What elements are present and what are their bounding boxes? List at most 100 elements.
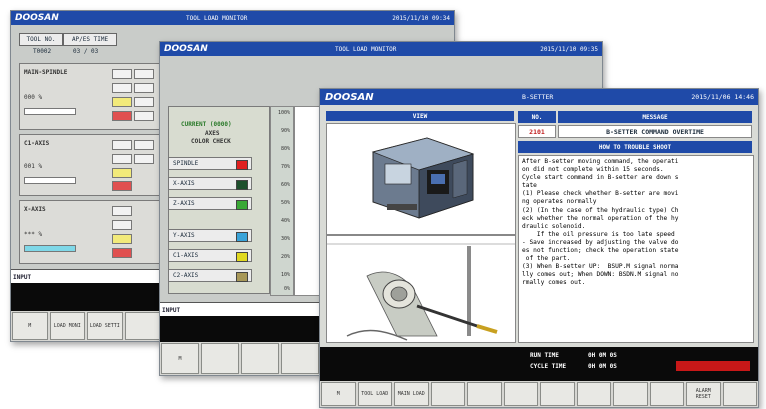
title-bar: DOOSAN B-SETTER 2015/11/06 14:46 [320, 89, 758, 105]
main-spindle-bar [24, 108, 76, 115]
b-setter-window: DOOSAN B-SETTER 2015/11/06 14:46 VIEW NO… [319, 88, 759, 408]
function-key-m[interactable]: M [161, 343, 199, 374]
legend-c2-axis[interactable]: C2-AXIS [168, 269, 252, 282]
legend-label: X-AXIS [173, 180, 195, 187]
function-key-bar: M TOOL LOAD MAIN LOAD ALARM RESET [320, 381, 758, 407]
mini-box [134, 97, 154, 107]
main-spindle-percent: 000 % [24, 94, 43, 101]
scale-tick: 100% [277, 110, 290, 116]
sensor-illustration [327, 243, 515, 341]
alarm-message: B-SETTER COMMAND OVERTIME [558, 125, 752, 138]
function-key-load-setting[interactable]: LOAD SETTI [87, 312, 123, 340]
color-check-label: COLOR CHECK [191, 138, 231, 145]
run-time-label: RUN TIME [530, 352, 559, 359]
mini-box [134, 83, 154, 93]
legend-label: C2-AXIS [173, 272, 199, 279]
mini-box [112, 69, 132, 79]
scale-tick: 10% [280, 272, 290, 278]
mini-box [134, 111, 154, 121]
mini-box [112, 220, 132, 230]
mini-box [134, 140, 154, 150]
function-key-bar: M LOAD MONI LOAD SETTI [11, 311, 161, 341]
function-key[interactable] [649, 382, 684, 406]
function-key[interactable] [576, 382, 611, 406]
function-key[interactable] [613, 382, 648, 406]
scale-tick: 70% [280, 164, 290, 170]
mini-box [112, 206, 132, 216]
function-key[interactable] [241, 343, 279, 374]
ap-es-time-button[interactable]: AP/ES TIME [63, 33, 117, 46]
function-key[interactable] [201, 343, 239, 374]
red-indicator [112, 181, 132, 191]
swatch-green [236, 200, 248, 210]
function-key[interactable] [281, 343, 319, 374]
swatch-khaki [236, 272, 248, 282]
scale-tick: 50% [280, 200, 290, 206]
brand-logo: DOOSAN [164, 44, 208, 54]
brand-logo: DOOSAN [325, 91, 374, 103]
function-key[interactable] [503, 382, 538, 406]
legend-label: Y-AXIS [173, 232, 195, 239]
axes-label: AXES [205, 130, 220, 137]
swatch-red [236, 160, 248, 170]
tool-number: T0002 [33, 48, 52, 55]
machine-view-image [326, 123, 516, 235]
mini-box [112, 154, 132, 164]
swatch-blue [236, 232, 248, 242]
function-key-load-monitor[interactable]: LOAD MONI [49, 312, 85, 340]
red-indicator [112, 248, 132, 258]
mini-box [112, 83, 132, 93]
function-key-m[interactable]: M [12, 312, 48, 340]
message-column-header: MESSAGE [558, 111, 752, 123]
trouble-shoot-header: HOW TO TROUBLE SHOOT [518, 141, 752, 153]
legend-spindle[interactable]: SPINDLE [168, 157, 252, 170]
x-axis-bar [24, 245, 76, 252]
input-label: INPUT [13, 273, 32, 281]
legend-label: C1-AXIS [173, 252, 199, 259]
scale-tick: 80% [280, 146, 290, 152]
alarm-number: 2101 [518, 125, 556, 138]
yellow-indicator [112, 234, 132, 244]
cycle-time-value: 0H 0M 0S [588, 363, 617, 370]
title-bar: DOOSAN TOOL LOAD MONITOR 2015/11/10 09:3… [11, 11, 454, 25]
datetime: 2015/11/10 09:35 [540, 45, 598, 53]
function-key[interactable] [540, 382, 575, 406]
trouble-shoot-panel[interactable]: After B-setter moving command, the opera… [518, 155, 754, 343]
cycle-time-label: CYCLE TIME [530, 363, 567, 370]
x-axis-label: X-AXIS [24, 206, 46, 213]
function-key-main-load[interactable]: MAIN LOAD [394, 382, 429, 406]
x-axis-panel: X-AXIS *** % [19, 200, 161, 264]
window-title: TOOL LOAD MONITOR [335, 45, 397, 53]
no-column-header: NO. [518, 111, 556, 123]
function-key-m[interactable]: M [321, 382, 356, 406]
legend-y-axis[interactable]: Y-AXIS [168, 229, 252, 242]
main-spindle-panel: MAIN-SPINDLE 000 % [19, 63, 161, 130]
legend-z-axis[interactable]: Z-AXIS [168, 197, 252, 210]
legend-x-axis[interactable]: X-AXIS [168, 177, 252, 190]
function-key[interactable] [722, 382, 757, 406]
legend-label: SPINDLE [173, 160, 199, 167]
scale-tick: 20% [280, 254, 290, 260]
tool-no-button[interactable]: TOOL NO. [19, 33, 63, 46]
red-indicator [112, 111, 132, 121]
function-key-bar: M [160, 342, 320, 375]
scale-tick: 40% [280, 218, 290, 224]
alarm-indicator [676, 361, 750, 371]
main-spindle-label: MAIN-SPINDLE [24, 69, 68, 76]
legend-label: Z-AXIS [173, 200, 195, 207]
function-key[interactable] [467, 382, 502, 406]
function-key[interactable] [124, 312, 160, 340]
current-label: CURRENT (0000) [181, 121, 232, 128]
datetime: 2015/11/10 09:34 [392, 14, 450, 22]
function-key-alarm-reset[interactable]: ALARM RESET [686, 382, 721, 406]
c1-axis-label: C1-AXIS [24, 140, 50, 147]
run-time-value: 0H 0M 0S [588, 352, 617, 359]
machine-illustration [371, 137, 475, 219]
datetime: 2015/11/06 14:46 [691, 93, 754, 101]
x-axis-percent: *** % [24, 231, 43, 238]
function-key-tool-load[interactable]: TOOL LOAD [357, 382, 392, 406]
function-key[interactable] [430, 382, 465, 406]
title-bar: DOOSAN TOOL LOAD MONITOR 2015/11/10 09:3… [160, 42, 602, 56]
legend-c1-axis[interactable]: C1-AXIS [168, 249, 252, 262]
scale-tick: 30% [280, 236, 290, 242]
